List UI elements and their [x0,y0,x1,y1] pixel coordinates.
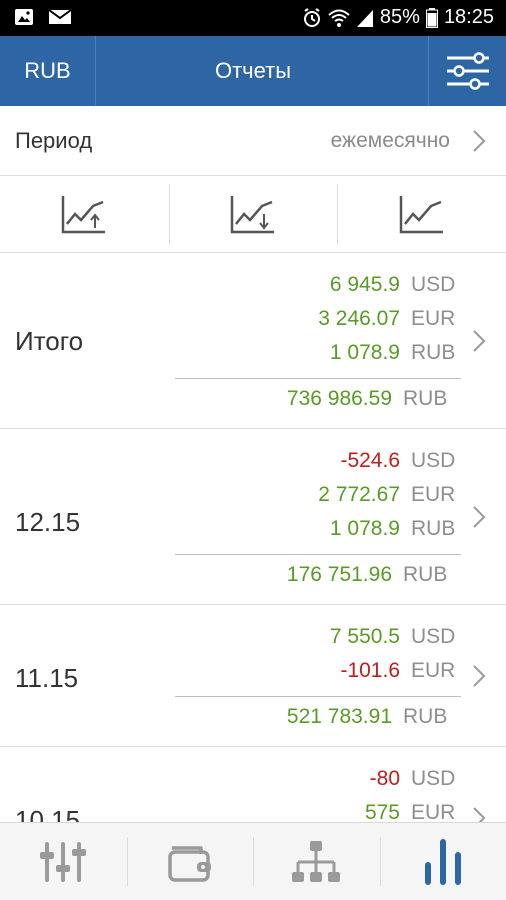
period-selector-row[interactable]: Период ежемесячно [0,106,506,176]
amount-value: 7 550.5 [329,625,400,648]
clock: 18:25 [443,6,494,28]
period-label: Период [15,128,93,153]
total-line: 521 783.91 RUB [175,696,461,736]
list-item[interactable]: Итого 6 945.9 USD 3 246.07 EUR 1 078.9 R… [0,253,506,429]
nav-item-settings[interactable] [0,823,127,900]
period-value: ежемесячно [330,129,450,152]
tab-expense-chart[interactable] [168,176,338,252]
chart-type-tabs [0,176,506,253]
report-period-label: 10.15 [15,805,81,822]
alarm-icon [303,7,320,27]
amount-value: 2 772.67 [318,483,400,506]
income-chart-icon [62,196,106,234]
total-currency: RUB [403,562,448,586]
app-bar: RUB Отчеты [0,36,506,106]
amount-line: -524.6 USD [175,444,461,478]
nav-item-reports[interactable] [379,823,506,900]
report-amounts: -524.6 USD 2 772.67 EUR 1 078.9 RUB 176 … [175,444,461,594]
battery-icon [425,7,438,28]
amount-value: -80 [369,767,400,790]
hierarchy-icon [292,840,341,882]
amount-value: -524.6 [340,449,400,472]
amount-currency: EUR [411,801,456,822]
total-value: 736 986.59 [286,386,392,410]
total-currency: RUB [403,386,448,410]
amount-line: 575 EUR [175,796,461,822]
image-icon [15,9,33,25]
report-period-label: 11.15 [15,663,79,693]
total-line: 736 986.59 RUB [175,378,461,418]
amount-line: 2 772.67 EUR [175,478,461,512]
signal-icon [356,9,373,27]
list-item[interactable]: 11.15 7 550.5 USD -101.6 EUR 521 783.91 … [0,605,506,747]
chevron-right-icon [473,130,486,152]
wifi-icon [328,9,350,27]
total-line: 176 751.96 RUB [175,554,461,594]
wallet-icon [168,845,211,882]
status-bar: 85% 18:25 [0,0,506,36]
page-title: Отчеты [214,58,292,83]
amount-line: -80 USD [175,762,461,796]
chevron-right-icon [473,664,486,687]
balance-chart-icon [399,196,443,234]
bar-chart-icon [424,838,461,885]
status-bar-left [14,7,72,27]
amount-currency: EUR [411,483,456,506]
report-period-label: 12.15 [15,507,81,537]
amount-currency: USD [411,625,456,648]
filter-settings-button[interactable] [428,36,506,106]
amount-currency: EUR [411,307,456,330]
total-value: 521 783.91 [286,704,392,728]
amount-line: -101.6 EUR [175,654,461,688]
amount-line: 6 945.9 USD [175,268,461,302]
amount-currency: EUR [411,659,456,682]
bottom-navigation [0,822,506,900]
amount-line: 3 246.07 EUR [175,302,461,336]
chevron-right-icon [473,505,486,528]
amount-line: 1 078.9 RUB [175,336,461,370]
sliders-icon [40,841,87,882]
amount-line: 7 550.5 USD [175,620,461,654]
total-value: 176 751.96 [286,562,392,586]
total-currency: RUB [403,704,448,728]
currency-button[interactable]: RUB [0,36,96,106]
amount-currency: USD [411,449,456,472]
amount-currency: RUB [411,517,456,540]
amount-value: 1 078.9 [329,517,400,540]
sliders-icon [446,52,489,90]
report-amounts: -80 USD 575 EUR [175,762,461,822]
status-bar-right: 85% 18:25 [302,6,494,29]
report-amounts: 6 945.9 USD 3 246.07 EUR 1 078.9 RUB 736… [175,268,461,418]
battery-level: 85% [379,6,420,28]
report-list: Итого 6 945.9 USD 3 246.07 EUR 1 078.9 R… [0,253,506,822]
list-item[interactable]: 10.15 -80 USD 575 EUR [0,747,506,822]
amount-currency: USD [411,767,456,790]
mail-icon [48,9,72,24]
tab-income-chart[interactable] [0,176,169,252]
nav-item-accounts[interactable] [126,823,254,900]
chevron-right-icon [473,807,486,822]
amount-currency: RUB [411,341,456,364]
amount-value: 6 945.9 [329,273,400,296]
list-item[interactable]: 12.15 -524.6 USD 2 772.67 EUR 1 078.9 RU… [0,429,506,605]
amount-value: 575 [364,801,400,822]
nav-item-categories[interactable] [253,823,380,900]
amount-currency: USD [411,273,456,296]
chevron-right-icon [473,329,486,352]
report-period-label: Итого [15,326,84,356]
expense-chart-icon [230,196,274,234]
amount-value: 3 246.07 [318,307,400,330]
amount-value: 1 078.9 [329,341,400,364]
amount-line: 1 078.9 RUB [175,512,461,546]
amount-value: -101.6 [340,659,400,682]
report-amounts: 7 550.5 USD -101.6 EUR 521 783.91 RUB [175,620,461,736]
tab-balance-chart[interactable] [337,176,506,252]
